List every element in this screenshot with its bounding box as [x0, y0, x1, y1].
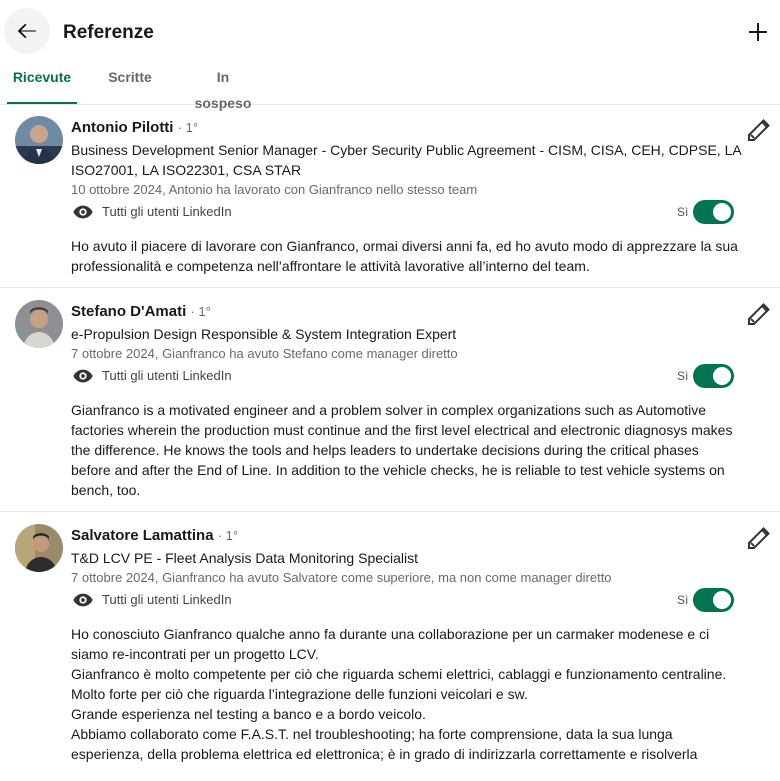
- connection-degree: · 1°: [177, 120, 199, 135]
- text-line: Ho conosciuto Gianfranco qualche anno fa…: [71, 626, 710, 662]
- visibility-toggle[interactable]: [693, 364, 734, 388]
- visibility-label: Tutti gli utenti LinkedIn: [102, 204, 232, 219]
- tab-ricevute[interactable]: Ricevute: [7, 64, 77, 104]
- visibility-row: Tutti gli utenti LinkedIn Sì: [71, 364, 736, 388]
- connection-degree: · 1°: [217, 528, 239, 543]
- visibility-label: Tutti gli utenti LinkedIn: [102, 592, 232, 607]
- divider: [0, 287, 780, 288]
- visibility-row: Tutti gli utenti LinkedIn Sì: [71, 200, 736, 224]
- recommender-headline: Business Development Senior Manager - Cy…: [71, 142, 741, 178]
- recommendation-item: Salvatore Lamattina · 1° T&D LCV PE - Fl…: [0, 524, 780, 781]
- visibility-label: Tutti gli utenti LinkedIn: [102, 368, 232, 383]
- plus-icon: [749, 23, 767, 41]
- text-line: Molto forte per ciò che riguarda l’integ…: [71, 686, 528, 702]
- recommendation-text: Ho conosciuto Gianfranco qualche anno fa…: [71, 624, 741, 764]
- text-line: Grande esperienza nel testing a banco e …: [71, 706, 426, 722]
- recommendation-item: Antonio Pilotti · 1° Business Developmen…: [0, 116, 780, 286]
- recommendation-date: 7 ottobre 2024, Gianfranco ha avuto Stef…: [71, 346, 458, 361]
- avatar[interactable]: [15, 524, 63, 572]
- name-row: Antonio Pilotti · 1°: [71, 119, 198, 136]
- toggle-knob: [713, 203, 731, 221]
- recommender-name[interactable]: Salvatore Lamattina: [71, 527, 214, 544]
- recommendation-text: Ho avuto il piacere di lavorare con Gian…: [71, 238, 738, 274]
- eye-icon: [73, 205, 93, 219]
- tab-in-sospeso[interactable]: In sospeso: [189, 64, 257, 111]
- name-row: Salvatore Lamattina · 1°: [71, 527, 238, 544]
- recommendation-text: Gianfranco is a motivated engineer and a…: [71, 402, 733, 498]
- add-button[interactable]: [740, 14, 776, 50]
- toggle-knob: [713, 591, 731, 609]
- pencil-icon[interactable]: [745, 300, 773, 328]
- recommender-headline: e-Propulsion Design Responsible & System…: [71, 326, 457, 342]
- text-line: Gianfranco è molto competente per ciò ch…: [71, 666, 727, 682]
- eye-icon: [73, 593, 93, 607]
- pencil-icon[interactable]: [745, 116, 773, 144]
- page-title: Referenze: [63, 22, 154, 43]
- back-button[interactable]: [4, 8, 50, 54]
- toggle-knob: [713, 367, 731, 385]
- tab-scritte[interactable]: Scritte: [108, 64, 152, 102]
- toggle-label: Sì: [677, 369, 689, 383]
- arrow-left-icon: [17, 23, 36, 39]
- recommender-headline: T&D LCV PE - Fleet Analysis Data Monitor…: [71, 550, 419, 566]
- visibility-toggle[interactable]: [693, 200, 734, 224]
- visibility-toggle[interactable]: [693, 588, 734, 612]
- recommender-name[interactable]: Antonio Pilotti: [71, 119, 173, 136]
- tab-bar: Ricevute Scritte In sospeso: [0, 64, 780, 111]
- name-row: Stefano D'Amati · 1°: [71, 303, 211, 320]
- toggle-label: Sì: [677, 593, 689, 607]
- recommendation-item: Stefano D'Amati · 1° e-Propulsion Design…: [0, 300, 780, 510]
- connection-degree: · 1°: [190, 304, 211, 319]
- text-line: Abbiamo collaborato come F.A.S.T. nel tr…: [71, 726, 698, 762]
- avatar[interactable]: [15, 116, 63, 164]
- eye-icon: [73, 369, 93, 383]
- avatar[interactable]: [15, 300, 63, 348]
- recommendation-date: 7 ottobre 2024, Gianfranco ha avuto Salv…: [71, 570, 612, 585]
- visibility-row: Tutti gli utenti LinkedIn Sì: [71, 588, 736, 612]
- toggle-label: Sì: [677, 205, 689, 219]
- divider: [0, 511, 780, 512]
- pencil-icon[interactable]: [745, 524, 773, 552]
- recommendation-date: 10 ottobre 2024, Antonio ha lavorato con…: [71, 182, 478, 197]
- recommender-name[interactable]: Stefano D'Amati: [71, 303, 186, 320]
- page-header: Referenze: [0, 0, 780, 64]
